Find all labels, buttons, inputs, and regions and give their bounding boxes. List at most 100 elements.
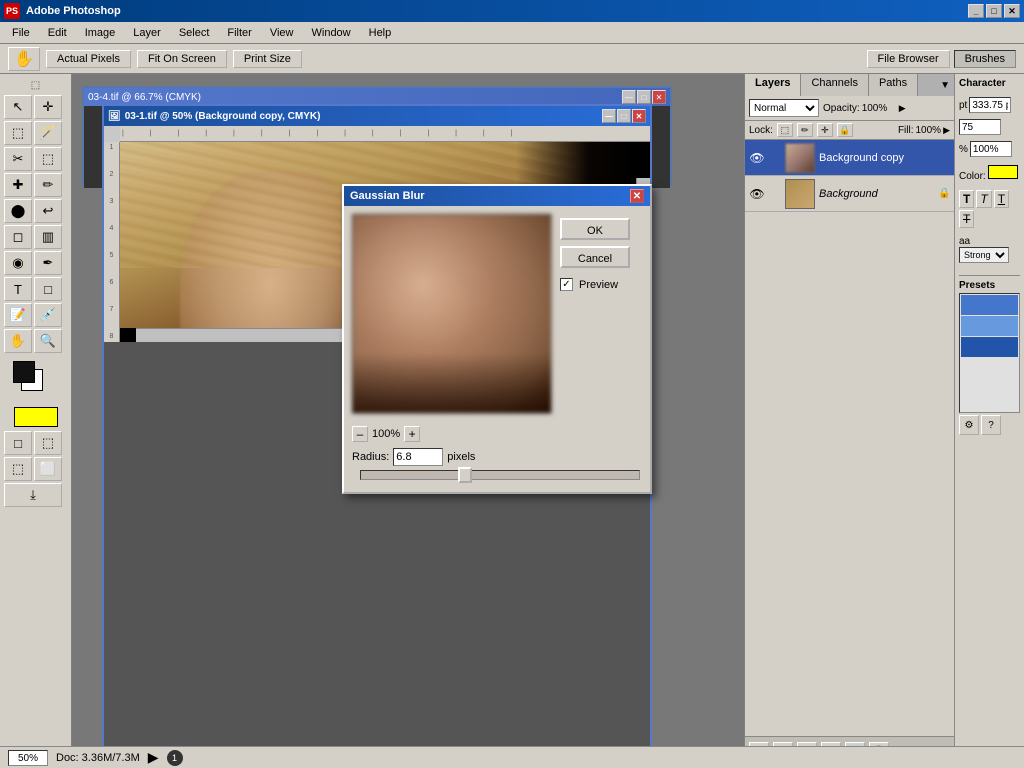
pen-tool[interactable]: ✒ xyxy=(34,251,62,275)
preset-item-2[interactable] xyxy=(961,316,1018,336)
crop-tool[interactable]: ✂ xyxy=(4,147,32,171)
radius-label: Radius: xyxy=(352,451,389,463)
shape-tool[interactable]: □ xyxy=(34,277,62,301)
presets-list[interactable] xyxy=(959,293,1020,413)
gradient-tool[interactable]: ▥ xyxy=(34,225,62,249)
menu-select[interactable]: Select xyxy=(171,25,218,41)
menu-filter[interactable]: Filter xyxy=(219,25,259,41)
typo-italic-T[interactable]: T xyxy=(976,190,991,208)
bg-restore-button[interactable]: □ xyxy=(637,90,651,104)
layer-eye-background[interactable]: 👁 xyxy=(749,186,765,202)
history-brush-tool[interactable]: ↩ xyxy=(34,199,62,223)
gaussian-blur-close-button[interactable]: ✕ xyxy=(630,189,644,203)
brushes-button[interactable]: Brushes xyxy=(954,50,1016,68)
jump-to-imageready[interactable]: ⤓ xyxy=(4,483,62,507)
typo-underline-T[interactable]: T xyxy=(994,190,1009,208)
menu-window[interactable]: Window xyxy=(304,25,359,41)
eraser-tool[interactable]: ◻ xyxy=(4,225,32,249)
typo-scale-input[interactable] xyxy=(970,141,1012,157)
text-tool[interactable]: T xyxy=(4,277,32,301)
typo-size-input[interactable] xyxy=(969,97,1011,113)
tab-channels[interactable]: Channels xyxy=(801,74,868,96)
gaussian-blur-ok-button[interactable]: OK xyxy=(560,218,630,240)
status-arrow[interactable]: ▶ xyxy=(148,749,159,766)
bg-close-button[interactable]: ✕ xyxy=(652,90,666,104)
standard-mode[interactable]: □ xyxy=(4,431,32,455)
fill-arrow[interactable]: ▶ xyxy=(943,125,950,136)
lock-transparent-button[interactable]: ⬚ xyxy=(777,123,793,137)
close-button[interactable]: ✕ xyxy=(1004,4,1020,18)
brush-tool[interactable]: ✏ xyxy=(34,173,62,197)
typo-strikethrough-T[interactable]: T xyxy=(959,210,974,228)
img-close-button[interactable]: ✕ xyxy=(632,109,646,123)
preset-info-button[interactable]: ? xyxy=(981,415,1001,435)
selection-tool[interactable]: ↖ xyxy=(4,95,32,119)
blend-mode-select[interactable]: Normal xyxy=(749,99,819,117)
quick-mask-mode[interactable]: ⬚ xyxy=(34,431,62,455)
clone-stamp-tool[interactable]: ⬤ xyxy=(4,199,32,223)
radius-slider-track[interactable] xyxy=(360,470,640,480)
move-tool[interactable]: ✛ xyxy=(34,95,62,119)
menu-file[interactable]: File xyxy=(4,25,38,41)
collapse-button[interactable]: ▼ xyxy=(940,80,950,91)
typo-bold-T[interactable]: T xyxy=(959,190,974,208)
typo-color-swatch[interactable] xyxy=(988,165,1018,179)
radius-slider-thumb[interactable] xyxy=(458,467,472,483)
img-restore-button[interactable]: □ xyxy=(617,109,631,123)
notes-tool[interactable]: 📝 xyxy=(4,303,32,327)
standard-screen[interactable]: ⬚ xyxy=(4,457,32,481)
img-minimize-button[interactable]: — xyxy=(602,109,616,123)
anti-aliasing-select[interactable]: Strong xyxy=(959,247,1009,263)
tab-paths[interactable]: Paths xyxy=(869,74,918,96)
hand-tool-box[interactable]: ✋ xyxy=(4,329,32,353)
maximize-button[interactable]: □ xyxy=(986,4,1002,18)
layer-item-background[interactable]: 👁 Background 🔒 xyxy=(745,176,954,212)
eyedropper-tool[interactable]: 💉 xyxy=(34,303,62,327)
actual-pixels-button[interactable]: Actual Pixels xyxy=(46,50,131,68)
magic-wand-tool[interactable]: 🪄 xyxy=(34,121,62,145)
bg-minimize-button[interactable]: — xyxy=(622,90,636,104)
full-screen-icon[interactable]: ⬜ xyxy=(34,457,62,481)
tool-row-9: 📝 💉 xyxy=(4,303,67,327)
slice-tool[interactable]: ⬚ xyxy=(34,147,62,171)
zoom-in-button[interactable]: + xyxy=(404,426,420,442)
layer-item-background-copy[interactable]: 👁 Background copy xyxy=(745,140,954,176)
heal-tool[interactable]: ✚ xyxy=(4,173,32,197)
radius-input[interactable] xyxy=(393,448,443,466)
preview-checkbox[interactable]: ✓ xyxy=(560,278,573,291)
menu-edit[interactable]: Edit xyxy=(40,25,75,41)
file-browser-button[interactable]: File Browser xyxy=(867,50,950,68)
lasso-tool[interactable]: ⬚ xyxy=(4,121,32,145)
preset-item-1[interactable] xyxy=(961,295,1018,315)
foreground-color-swatch[interactable] xyxy=(13,361,35,383)
gaussian-blur-footer: – 100% + Radius: pixels xyxy=(344,422,650,492)
hand-tool[interactable]: ✋ xyxy=(8,47,40,71)
dodge-tool[interactable]: ◉ xyxy=(4,251,32,275)
typo-value2-input[interactable] xyxy=(959,119,1001,135)
preset-item-3[interactable] xyxy=(961,337,1018,357)
lock-position-button[interactable]: ✛ xyxy=(817,123,833,137)
opacity-arrow[interactable]: ▶ xyxy=(899,103,906,114)
menu-help[interactable]: Help xyxy=(361,25,400,41)
fit-on-screen-button[interactable]: Fit On Screen xyxy=(137,50,227,68)
menu-view[interactable]: View xyxy=(262,25,302,41)
page-indicator[interactable]: 1 xyxy=(167,750,183,766)
yellow-color-box xyxy=(14,407,58,427)
tab-layers[interactable]: Layers xyxy=(745,74,801,96)
layer-eye-background-copy[interactable]: 👁 xyxy=(749,150,765,166)
lock-brush-button[interactable]: ✏ xyxy=(797,123,813,137)
typo-color-row: Color: xyxy=(959,165,1020,182)
gaussian-blur-cancel-button[interactable]: Cancel xyxy=(560,246,630,268)
preset-settings-button[interactable]: ⚙ xyxy=(959,415,979,435)
minimize-button[interactable]: _ xyxy=(968,4,984,18)
print-size-button[interactable]: Print Size xyxy=(233,50,302,68)
pixels-label: pixels xyxy=(447,451,475,463)
zoom-tool[interactable]: 🔍 xyxy=(34,329,62,353)
menu-image[interactable]: Image xyxy=(77,25,124,41)
layers-panel-container: Layers Channels Paths ▼ Normal Opacity: … xyxy=(744,74,954,766)
menu-layer[interactable]: Layer xyxy=(125,25,169,41)
zoom-out-button[interactable]: – xyxy=(352,426,368,442)
zoom-level-display[interactable]: 50% xyxy=(8,750,48,766)
lock-all-button[interactable]: 🔒 xyxy=(837,123,853,137)
app-title: Adobe Photoshop xyxy=(26,5,121,17)
